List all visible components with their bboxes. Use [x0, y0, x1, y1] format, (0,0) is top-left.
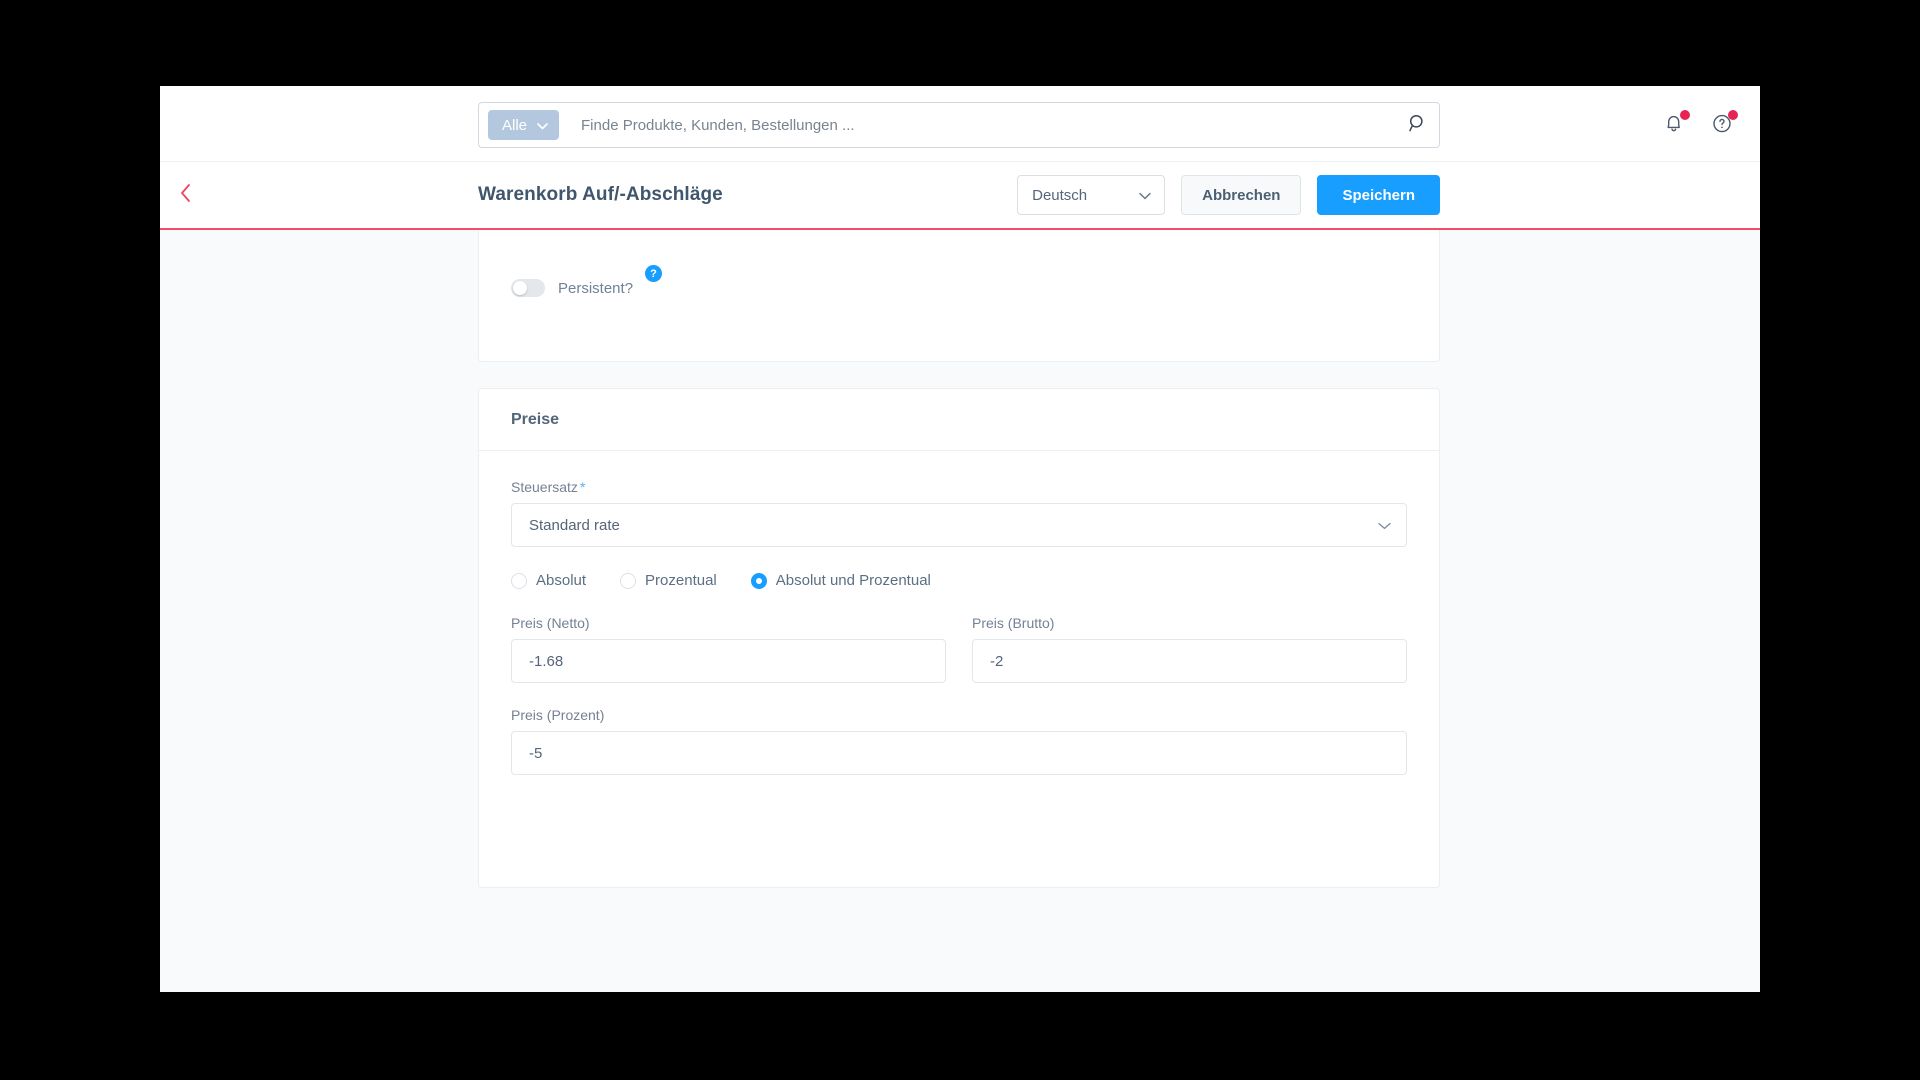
gross-price-label: Preis (Brutto) [972, 615, 1055, 631]
toggle-knob [513, 281, 527, 295]
page-title: Warenkorb Auf/-Abschläge [478, 184, 723, 205]
tax-rate-select[interactable]: Standard rate [511, 503, 1407, 547]
net-price-input[interactable]: -1.68 [511, 639, 946, 683]
notification-badge-dot [1680, 110, 1690, 120]
tax-rate-label-text: Steuersatz [511, 479, 578, 495]
net-price-field-group: Preis (Netto) -1.68 [511, 615, 946, 683]
percent-price-input[interactable]: -5 [511, 731, 1407, 775]
topbar-icon-group [1662, 86, 1738, 162]
persistent-toggle-label: Persistent? [558, 279, 634, 297]
persistent-toggle-row: Persistent? ? [511, 265, 663, 297]
prices-card-body: Steuersatz * Standard rate Absolut Proze… [479, 451, 1439, 775]
tax-rate-value: Standard rate [529, 516, 620, 534]
radio-absolut-und-prozentual[interactable]: Absolut und Prozentual [750, 572, 931, 589]
prices-card: Preise Steuersatz * Standard rate Absolu… [478, 388, 1440, 888]
tax-rate-label: Steuersatz * [511, 479, 1407, 495]
save-button[interactable]: Speichern [1317, 175, 1440, 215]
radio-prozentual-label: Prozentual [645, 572, 717, 589]
percent-price-field-group: Preis (Prozent) -5 [511, 707, 1407, 775]
chevron-left-icon [179, 183, 193, 208]
price-type-radio-group: Absolut Prozentual Absolut und Prozentua… [511, 572, 1407, 589]
language-select[interactable]: Deutsch [1017, 175, 1166, 215]
question-mark-icon[interactable]: ? [645, 265, 663, 282]
radio-circle-checked-icon [750, 572, 767, 589]
radio-circle-icon [511, 572, 527, 589]
header-actions: Deutsch Abbrechen Speichern [1017, 175, 1440, 215]
radio-absolut-und-prozentual-label: Absolut und Prozentual [775, 572, 931, 589]
chevron-down-icon [1139, 187, 1151, 204]
search-input[interactable] [581, 116, 1409, 134]
search-scope-label: Alle [502, 116, 528, 134]
radio-absolut-label: Absolut [536, 572, 587, 589]
help-button[interactable] [1710, 110, 1738, 137]
required-asterisk: * [579, 479, 586, 495]
language-select-value: Deutsch [1032, 186, 1088, 204]
gross-price-input[interactable]: -2 [972, 639, 1407, 683]
app-viewport: Alle Finde Produkte, Kunden, Bestellunge… [160, 86, 1760, 992]
cancel-button[interactable]: Abbrechen [1181, 175, 1302, 215]
radio-circle-icon [620, 572, 637, 589]
search-icon[interactable] [1409, 114, 1427, 137]
page-header: Warenkorb Auf/-Abschläge Deutsch Abbrech… [160, 162, 1760, 230]
radio-prozentual[interactable]: Prozentual [620, 572, 717, 589]
gross-price-field-group: Preis (Brutto) -2 [972, 615, 1407, 683]
price-fields-row: Preis (Netto) -1.68 Preis (Brutto) -2 [511, 615, 1407, 683]
prices-card-title: Preise [479, 389, 1439, 451]
help-badge-dot [1728, 110, 1738, 120]
back-button[interactable] [169, 178, 203, 212]
persistent-toggle[interactable] [511, 279, 545, 297]
percent-price-label: Preis (Prozent) [511, 707, 605, 723]
content-scroll-area[interactable]: Persistent? ? Preise Steuersatz * Standar… [160, 230, 1760, 990]
notifications-button[interactable] [1662, 110, 1690, 137]
persistent-card: Persistent? ? [478, 230, 1440, 362]
chevron-down-icon [1378, 517, 1391, 534]
chevron-down-icon [537, 117, 548, 134]
radio-absolut[interactable]: Absolut [511, 572, 586, 589]
net-price-label: Preis (Netto) [511, 615, 590, 631]
top-search-bar: Alle [160, 86, 1760, 162]
global-search[interactable]: Alle [478, 102, 1440, 148]
search-scope-dropdown[interactable]: Alle [488, 110, 560, 140]
